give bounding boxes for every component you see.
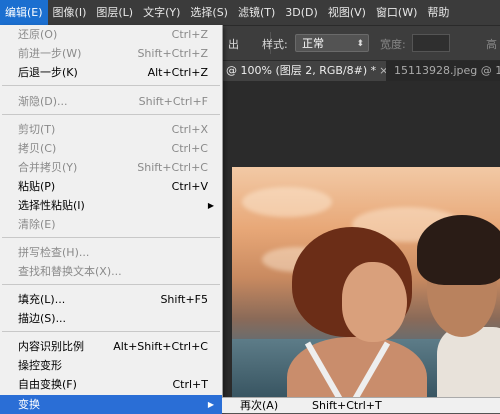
menu-item-stroke[interactable]: 描边(S)... [0,309,222,328]
canvas-area[interactable] [222,81,500,412]
menu-item-copy-merged[interactable]: 合并拷贝(Y) Shift+Ctrl+C [0,158,222,177]
transform-submenu: 再次(A) Shift+Ctrl+T [222,397,500,413]
chevron-updown-icon: ⬍ [356,39,364,49]
width-input[interactable] [412,34,450,52]
menu-item-transform[interactable]: 变换 ▶ [0,395,222,414]
menu-item-paste[interactable]: 粘贴(P) Ctrl+V [0,177,222,196]
menu-item-clear[interactable]: 清除(E) [0,215,222,234]
menu-item-fade[interactable]: 渐隐(D)... Shift+Ctrl+F [0,92,222,111]
menu-image[interactable]: 图像(I) [48,0,92,25]
cloud [242,187,332,217]
menu-item-copy[interactable]: 拷贝(C) Ctrl+C [0,139,222,158]
menu-separator [2,114,220,115]
menu-item-paste-special[interactable]: 选择性粘贴(I) ▶ [0,196,222,215]
menu-item-fill[interactable]: 填充(L)... Shift+F5 [0,290,222,309]
close-icon[interactable]: × [379,64,386,77]
style-label: 样式: [262,38,288,51]
menu-type[interactable]: 文字(Y) [138,0,185,25]
tab-label: 15113928.jpeg @ 10 [394,64,500,77]
menu-bar: 编辑(E) 图像(I) 图层(L) 文字(Y) 选择(S) 滤镜(T) 3D(D… [0,0,500,26]
submenu-arrow-icon: ▶ [207,201,214,210]
menu-item-undo[interactable]: 还原(O) Ctrl+Z [0,25,222,44]
menu-select[interactable]: 选择(S) [185,0,233,25]
tab-second-document[interactable]: 15113928.jpeg @ 10 [386,61,500,81]
menu-3d[interactable]: 3D(D) [280,0,323,25]
menu-filter[interactable]: 滤镜(T) [233,0,280,25]
man-hair [417,215,500,285]
height-label: 高 [486,38,497,51]
edit-menu-dropdown: 还原(O) Ctrl+Z 前进一步(W) Shift+Ctrl+Z 后退一步(K) A… [0,25,223,414]
tab-label: @ 100% (图层 2, RGB/8#) * [226,64,377,77]
submenu-item-again[interactable]: 再次(A) [240,398,278,413]
submenu-arrow-icon: ▶ [207,400,214,409]
menu-item-free-transform[interactable]: 自由变换(F) Ctrl+T [0,375,222,394]
menu-item-find-replace[interactable]: 查找和替换文本(X)... [0,262,222,281]
options-partial-label: 出 [228,38,239,51]
menu-item-step-backward[interactable]: 后退一步(K) Alt+Ctrl+Z [0,63,222,82]
menu-item-cut[interactable]: 剪切(T) Ctrl+X [0,120,222,139]
menu-item-content-aware-scale[interactable]: 内容识别比例 Alt+Shift+Ctrl+C [0,337,222,356]
menu-separator [2,237,220,238]
menu-window[interactable]: 窗口(W) [371,0,422,25]
menu-help[interactable]: 帮助 [422,0,454,25]
menu-separator [2,85,220,86]
width-label: 宽度: [380,38,406,51]
woman-face [342,262,407,342]
style-select-value: 正常 [302,37,324,50]
menu-edit[interactable]: 编辑(E) [0,0,48,25]
menu-view[interactable]: 视图(V) [323,0,371,25]
menu-separator [2,331,220,332]
menu-separator [2,284,220,285]
submenu-item-again-shortcut: Shift+Ctrl+T [312,399,382,412]
document-image [232,167,500,412]
menu-layer[interactable]: 图层(L) [91,0,138,25]
menu-item-check-spelling[interactable]: 拼写检查(H)... [0,243,222,262]
tab-active-document[interactable]: @ 100% (图层 2, RGB/8#) * × [222,61,386,81]
menu-item-puppet-warp[interactable]: 操控变形 [0,356,222,375]
menu-item-step-forward[interactable]: 前进一步(W) Shift+Ctrl+Z [0,44,222,63]
style-select[interactable]: 正常 ⬍ [295,34,369,52]
